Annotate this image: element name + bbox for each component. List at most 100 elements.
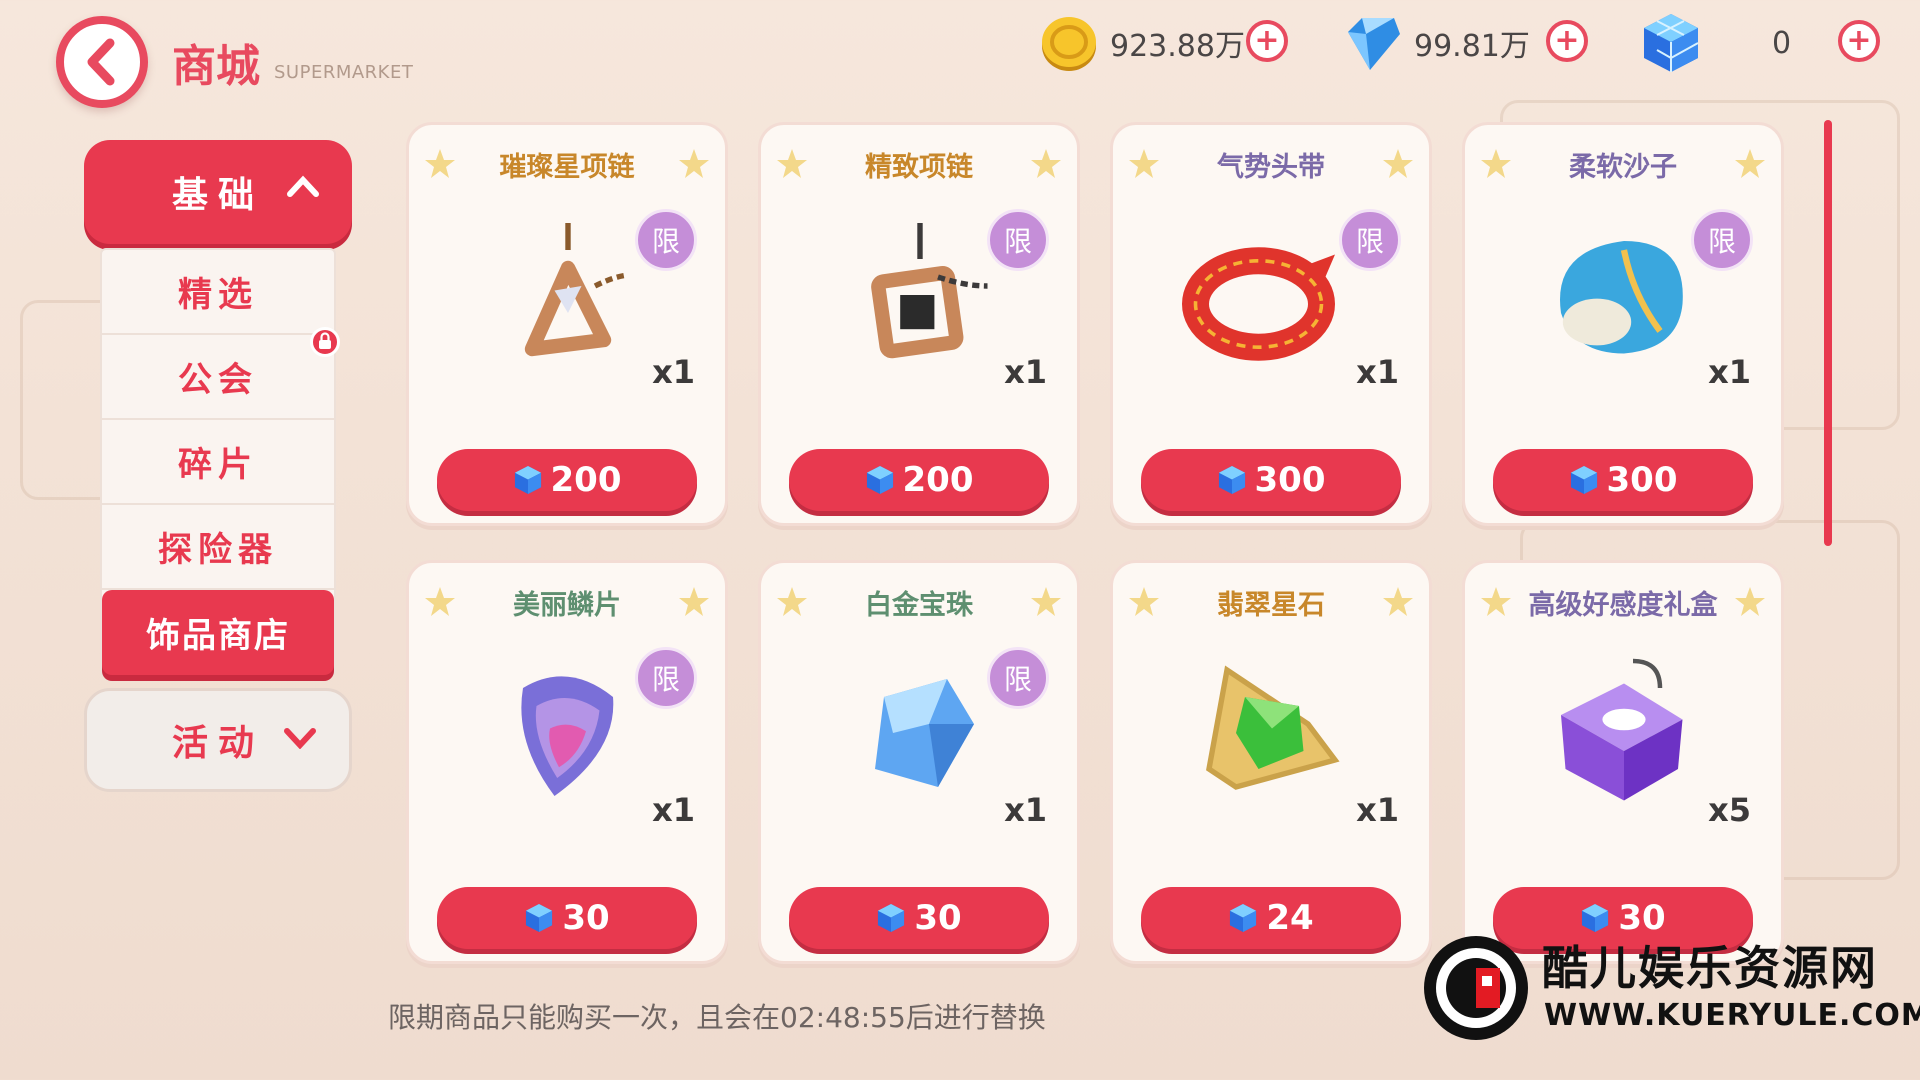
- blue-cube-icon: [1582, 903, 1609, 933]
- watermark-title: 酷儿娱乐资源网: [1542, 941, 1878, 995]
- product-quantity: x1: [1004, 353, 1047, 391]
- subcategory-label: 探险器: [158, 530, 278, 570]
- product-card[interactable]: 高级好感度礼盒 x5 30: [1462, 560, 1784, 964]
- buy-button[interactable]: 300: [1493, 449, 1753, 511]
- plus-icon: +: [1846, 23, 1872, 58]
- plus-icon: +: [1554, 23, 1580, 58]
- limited-badge: 限: [987, 209, 1049, 271]
- square-necklace-icon: [871, 223, 988, 359]
- buy-button[interactable]: 300: [1141, 449, 1401, 511]
- price-value: 30: [914, 898, 962, 938]
- subcategory-featured[interactable]: 精选: [102, 250, 334, 335]
- product-card[interactable]: 柔软沙子 限 x1 300: [1462, 122, 1784, 526]
- blue-cube-icon: [526, 903, 553, 933]
- currency-diamond: 99.81万: [1340, 12, 1530, 74]
- watermark-logo-icon: [1424, 936, 1528, 1040]
- price-value: 200: [902, 460, 974, 500]
- cube-amount: 0: [1772, 25, 1792, 61]
- blue-cube-icon: [1230, 903, 1257, 933]
- plus-icon: +: [1254, 23, 1280, 58]
- product-card[interactable]: 精致项链 限 x1 200: [758, 122, 1080, 526]
- currency-cube: 0: [1640, 12, 1791, 74]
- product-quantity: x5: [1708, 791, 1751, 829]
- blue-cube-icon: [1644, 14, 1699, 72]
- blue-cube-icon: [514, 465, 541, 495]
- watermark-url: WWW.KUERYULE.COM: [1544, 998, 1920, 1033]
- add-gold-button[interactable]: +: [1246, 20, 1288, 62]
- category-basic-label: 基础: [171, 175, 264, 216]
- blue-cube-icon: [866, 465, 893, 495]
- product-quantity: x1: [1004, 791, 1047, 829]
- buy-button[interactable]: 200: [437, 449, 697, 511]
- product-card[interactable]: 白金宝珠 限 x1 30: [758, 560, 1080, 964]
- blue-cube-icon: [1570, 465, 1597, 495]
- scale-icon: [521, 676, 614, 796]
- scrollbar[interactable]: [1824, 120, 1832, 546]
- subcategory-guild[interactable]: 公会: [102, 327, 340, 420]
- limited-notice: 限期商品只能购买一次，且会在02:48:55后进行替换: [388, 1001, 1046, 1034]
- subcategory-label: 饰品商店: [146, 616, 290, 656]
- currency-gold: 923.88万: [1038, 12, 1245, 74]
- product-quantity: x1: [1356, 791, 1399, 829]
- subcategory-label: 碎片: [178, 445, 258, 485]
- product-name: 美丽鳞片: [513, 590, 621, 621]
- subcategory-fragments[interactable]: 碎片: [102, 420, 334, 505]
- gold-amount: 923.88万: [1110, 29, 1245, 64]
- diamond-icon: [1348, 18, 1400, 70]
- product-name: 高级好感度礼盒: [1528, 590, 1718, 621]
- subcategory-accessory-shop[interactable]: 饰品商店: [102, 590, 334, 675]
- buy-button[interactable]: 24: [1141, 887, 1401, 949]
- category-event[interactable]: 活动: [84, 688, 352, 792]
- price-value: 200: [550, 460, 622, 500]
- sand-bag-icon: [1560, 241, 1683, 354]
- limited-badge: 限: [1339, 209, 1401, 271]
- limited-badge: 限: [635, 209, 697, 271]
- blue-cube-icon: [878, 903, 905, 933]
- price-value: 300: [1606, 460, 1678, 500]
- product-card[interactable]: 气势头带 限 x1 300: [1110, 122, 1432, 526]
- product-card[interactable]: 美丽鳞片 限 x1 30: [406, 560, 728, 964]
- product-quantity: x1: [1708, 353, 1751, 391]
- add-diamond-button[interactable]: +: [1546, 20, 1588, 62]
- product-quantity: x1: [1356, 353, 1399, 391]
- price-value: 300: [1254, 460, 1326, 500]
- price-value: 24: [1266, 898, 1314, 938]
- product-quantity: x1: [652, 791, 695, 829]
- gold-coin-icon: [1042, 17, 1096, 71]
- buy-button[interactable]: 200: [789, 449, 1049, 511]
- diamond-amount: 99.81万: [1414, 29, 1530, 64]
- crystal-icon: [875, 679, 974, 787]
- product-name: 白金宝珠: [865, 590, 973, 621]
- watermark: 酷儿娱乐资源网 WWW.KUERYULE.COM: [1420, 932, 1920, 1052]
- buy-button[interactable]: 30: [437, 887, 697, 949]
- chevron-down-icon: [284, 728, 316, 749]
- red-headband-icon: [1182, 247, 1335, 361]
- page-subtitle: SUPERMARKET: [274, 62, 414, 83]
- page-title: 商城: [172, 41, 260, 92]
- price-value: 30: [562, 898, 610, 938]
- add-cube-button[interactable]: +: [1838, 20, 1880, 62]
- product-card[interactable]: 翡翠星石 x1 24: [1110, 560, 1432, 964]
- limited-badge: 限: [987, 647, 1049, 709]
- chevron-up-icon: [287, 175, 319, 197]
- category-event-label: 活动: [171, 723, 264, 764]
- product-name: 柔软沙子: [1569, 152, 1677, 183]
- product-name: 精致项链: [865, 152, 973, 183]
- product-name: 璀璨星项链: [499, 152, 635, 183]
- limited-badge: 限: [1691, 209, 1753, 271]
- product-quantity: x1: [652, 353, 695, 391]
- back-button[interactable]: [56, 16, 148, 108]
- chevron-left-icon: [87, 38, 115, 86]
- gift-box-icon: [1561, 658, 1683, 801]
- subcategory-explorer[interactable]: 探险器: [102, 505, 334, 590]
- lock-icon: [310, 327, 340, 357]
- category-basic[interactable]: 基础: [84, 140, 352, 244]
- subcategory-label: 精选: [178, 275, 258, 315]
- buy-button[interactable]: 30: [789, 887, 1049, 949]
- product-name: 翡翠星石: [1217, 590, 1325, 621]
- subcategory-label: 公会: [178, 360, 258, 400]
- subcategory-list: 精选 公会 碎片 探险器 饰品商店: [100, 248, 340, 677]
- product-card[interactable]: 璀璨星项链 限 x1 200: [406, 122, 728, 526]
- emerald-star-icon: [1206, 665, 1340, 790]
- triangle-necklace-icon: [524, 223, 627, 357]
